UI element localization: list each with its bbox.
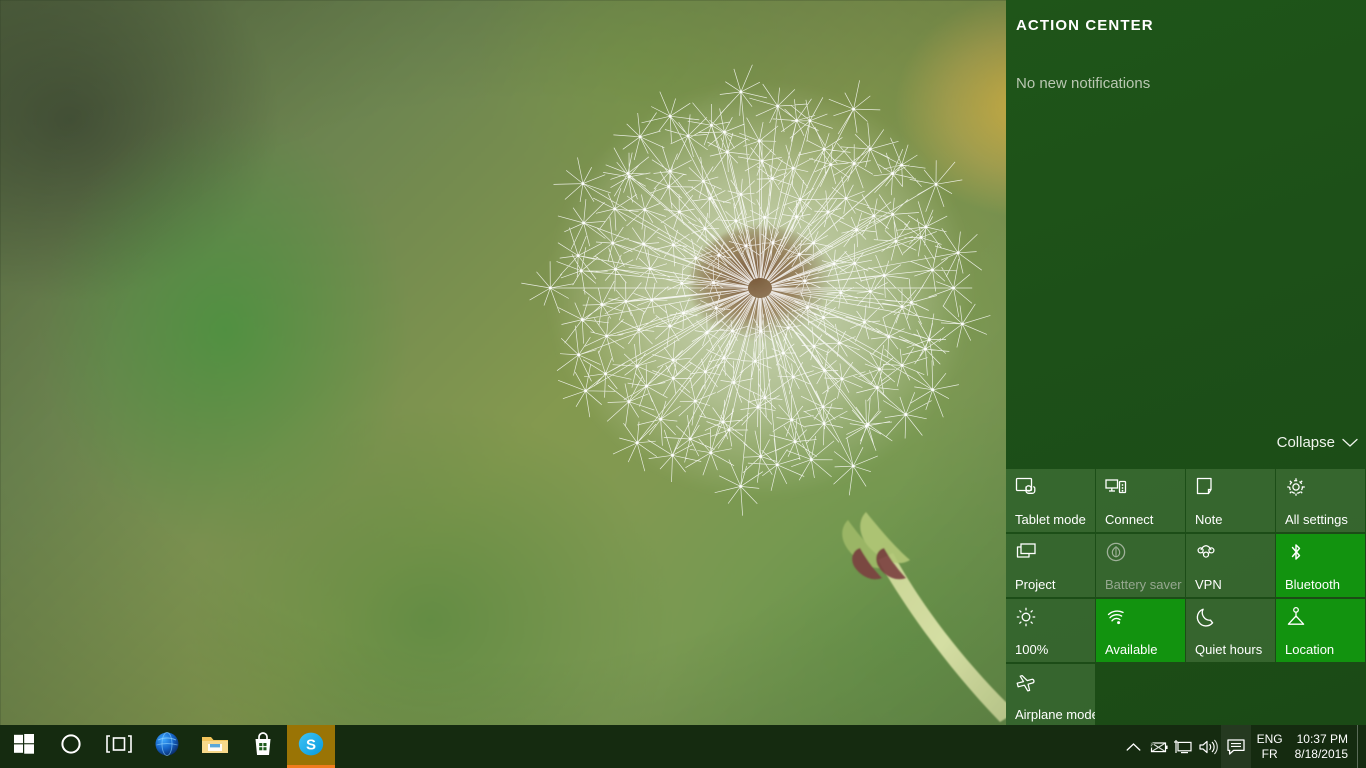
tablet-mode-icon — [1015, 476, 1037, 498]
quick-action-label: Location — [1285, 642, 1335, 657]
language-indicator[interactable]: ENG FR — [1251, 725, 1289, 768]
airplane-icon — [1015, 671, 1037, 693]
speaker-icon[interactable] — [1196, 725, 1221, 768]
wifi-icon — [1105, 606, 1127, 628]
svg-text:S: S — [306, 737, 316, 754]
chevron-up-icon[interactable] — [1121, 725, 1146, 768]
quick-action-label: Battery saver — [1105, 577, 1182, 592]
location-icon — [1285, 606, 1307, 628]
quick-action-tile[interactable]: Battery saver — [1096, 534, 1185, 597]
vpn-icon — [1195, 541, 1217, 563]
quick-action-tile[interactable]: Location — [1276, 599, 1365, 662]
language-secondary: FR — [1261, 746, 1278, 761]
quick-action-tile[interactable]: Note — [1186, 469, 1275, 532]
cortana-circle-icon — [60, 733, 82, 760]
note-icon — [1195, 476, 1217, 498]
clock-date: 8/18/2015 — [1294, 746, 1348, 761]
gear-icon — [1285, 476, 1307, 498]
system-tray: ENG FR 10:37 PM 8/18/2015 — [1121, 725, 1366, 768]
store-button[interactable] — [239, 725, 287, 768]
quick-action-label: All settings — [1285, 512, 1348, 527]
quick-action-tile[interactable]: Bluetooth — [1276, 534, 1365, 597]
quick-action-label: Note — [1195, 512, 1223, 527]
quick-action-label: Connect — [1105, 512, 1154, 527]
dandelion-image — [521, 64, 1006, 722]
chevron-down-icon — [1342, 438, 1358, 448]
show-desktop-button[interactable] — [1357, 725, 1364, 768]
connect-icon — [1105, 476, 1127, 498]
quick-action-label: Bluetooth — [1285, 577, 1340, 592]
edge-browser-icon — [154, 731, 180, 762]
quick-action-label: Available — [1105, 642, 1158, 657]
quick-action-tile[interactable]: All settings — [1276, 469, 1365, 532]
taskbar: S ENG FR 10:37 PM 8/18/2015 — [0, 725, 1366, 768]
battery-charging-icon[interactable] — [1146, 725, 1171, 768]
quick-action-tile[interactable]: Connect — [1096, 469, 1185, 532]
quick-action-label: Tablet mode — [1015, 512, 1086, 527]
network-monitor-icon[interactable] — [1171, 725, 1196, 768]
quick-action-tile[interactable]: VPN — [1186, 534, 1275, 597]
store-bag-icon — [252, 732, 274, 761]
quick-action-tile[interactable]: Airplane mode — [1006, 664, 1095, 727]
skype-button[interactable]: S — [287, 725, 335, 768]
edge-button[interactable] — [143, 725, 191, 768]
task-view-button[interactable] — [95, 725, 143, 768]
moon-icon — [1195, 606, 1217, 628]
language-primary: ENG — [1256, 731, 1283, 746]
clock[interactable]: 10:37 PM 8/18/2015 — [1289, 725, 1357, 768]
cortana-search-button[interactable] — [47, 725, 95, 768]
quick-action-label: VPN — [1195, 577, 1222, 592]
skype-icon: S — [298, 731, 324, 762]
quick-action-tile[interactable]: Project — [1006, 534, 1095, 597]
clock-time: 10:37 PM — [1296, 731, 1348, 746]
quick-action-label: Airplane mode — [1015, 707, 1095, 722]
quick-action-tile[interactable]: Quiet hours — [1186, 599, 1275, 662]
windows-logo-icon — [13, 734, 34, 759]
collapse-label: Collapse — [1276, 434, 1335, 451]
quick-action-label: 100% — [1015, 642, 1049, 657]
brightness-icon — [1015, 606, 1037, 628]
start-button[interactable] — [0, 725, 47, 768]
project-icon — [1015, 541, 1037, 563]
quick-action-label: Project — [1015, 577, 1056, 592]
battery-saver-icon — [1105, 541, 1127, 563]
file-explorer-button[interactable] — [191, 725, 239, 768]
quick-actions-grid: Tablet mode Connect Note All settings Projec… — [1006, 469, 1366, 727]
no-notifications-message: No new notifications — [1016, 75, 1151, 92]
desktop-screen: ACTION CENTER No new notifications Colla… — [0, 0, 1366, 768]
collapse-button[interactable]: Collapse — [1277, 434, 1358, 451]
folder-icon — [201, 733, 229, 760]
taskbar-spacer — [335, 725, 1121, 768]
bluetooth-icon — [1285, 541, 1307, 563]
quick-action-tile[interactable]: Tablet mode — [1006, 469, 1095, 532]
quick-action-tile[interactable]: 100% — [1006, 599, 1095, 662]
speech-bubble-icon[interactable] — [1220, 725, 1251, 768]
quick-action-label: Quiet hours — [1195, 642, 1263, 657]
quick-action-tile[interactable]: Available — [1096, 599, 1185, 662]
action-center-title: ACTION CENTER — [1016, 17, 1154, 34]
task-view-icon — [106, 735, 132, 758]
